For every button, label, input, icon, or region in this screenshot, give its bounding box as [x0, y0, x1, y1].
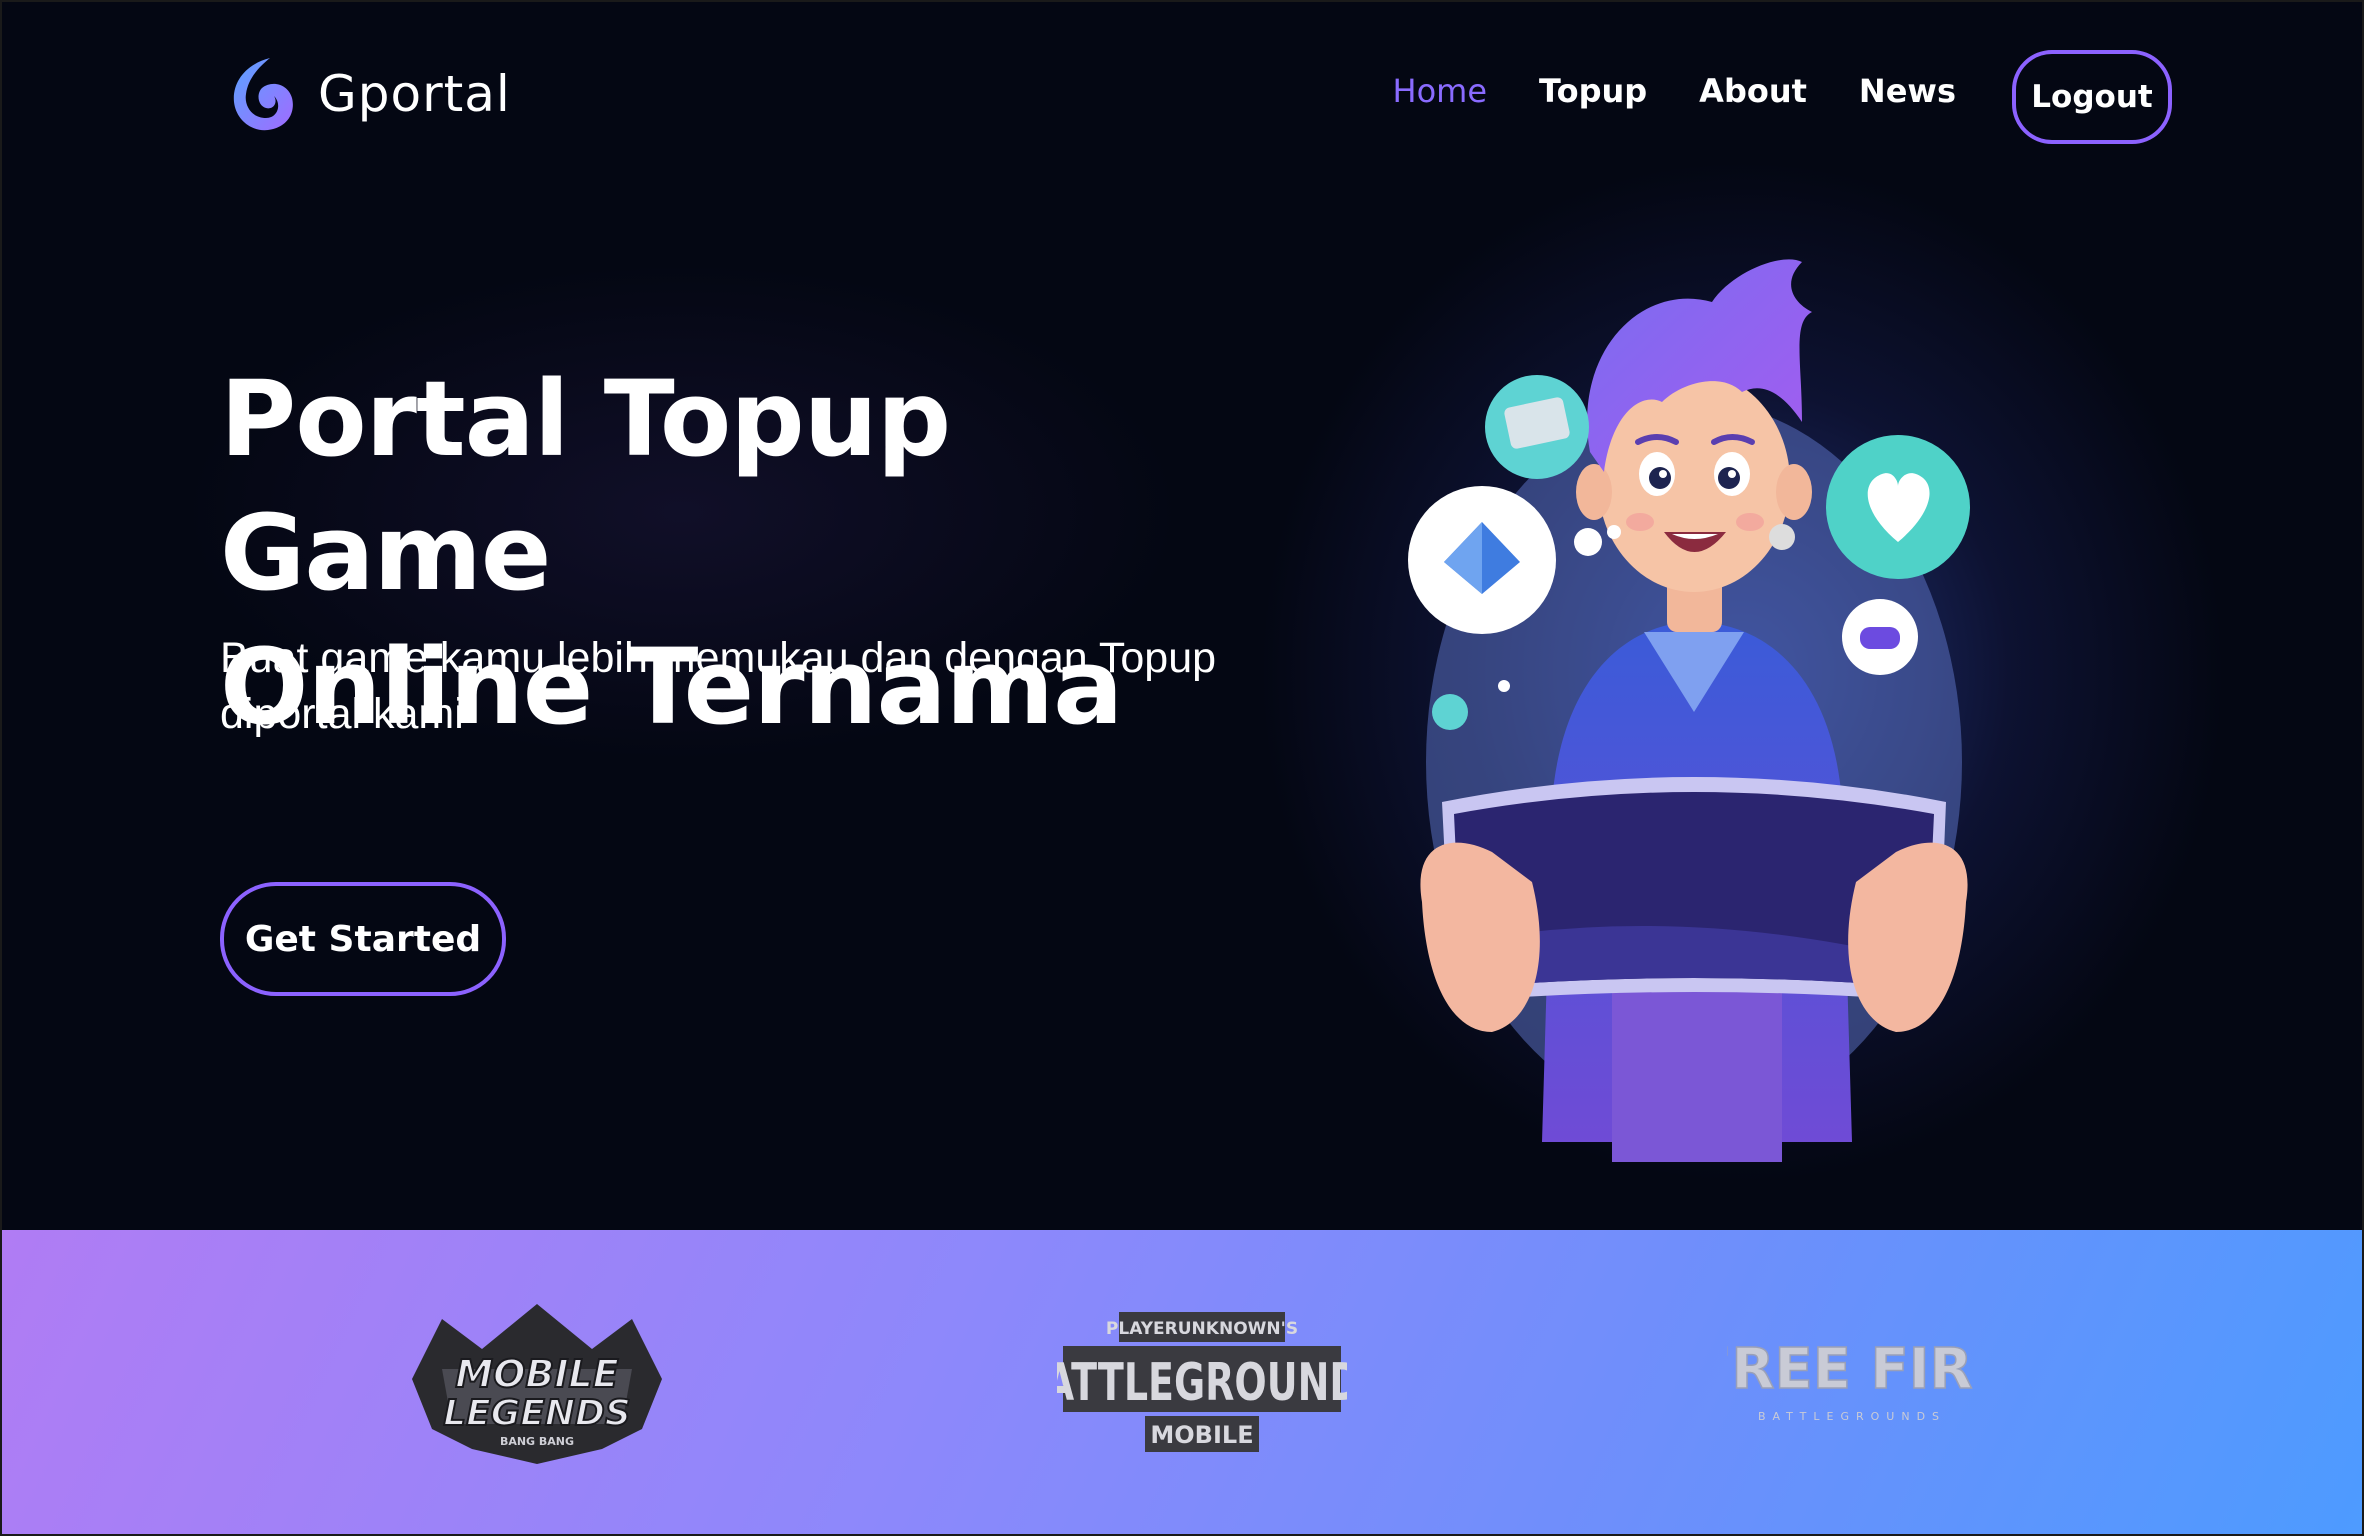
ff-line-1: FREE FIRE: [1727, 1337, 1977, 1402]
free-fire-emblem: FREE FIRE BATTLEGROUNDS: [1727, 1336, 1977, 1423]
nav-home[interactable]: Home: [1393, 72, 1488, 110]
hero-subtitle-line-2: diportal kami: [220, 690, 464, 738]
ml-line-1: MOBILE: [455, 1352, 618, 1396]
nav-topup[interactable]: Topup: [1539, 72, 1647, 110]
pubg-line-2: BATTLEGROUNDS: [1057, 1352, 1347, 1412]
pubg-line-1: PLAYERUNKNOWN'S: [1106, 1319, 1298, 1339]
hero-subtitle: Buat game kamu lebih memukau dan dengan …: [220, 630, 1220, 742]
ml-line-3: BANG BANG: [500, 1435, 574, 1448]
pubg-emblem: PLAYERUNKNOWN'S BATTLEGROUNDS MOBILE: [1057, 1312, 1347, 1452]
ml-line-2: LEGENDS: [443, 1393, 631, 1434]
get-started-button[interactable]: Get Started: [220, 882, 506, 996]
brand-name: Gportal: [318, 65, 511, 123]
hero-section: Gportal Home Topup About News Logout Por…: [2, 2, 2362, 1230]
hero-subtitle-line-1: Buat game kamu lebih memukau dan dengan …: [220, 634, 1217, 682]
mobile-legends-emblem: MOBILE LEGENDS BANG BANG: [412, 1304, 662, 1464]
page: Gportal Home Topup About News Logout Por…: [0, 0, 2364, 1536]
games-band: MOBILE LEGENDS BANG BANG PLAYERUNKNOWN'S…: [2, 1230, 2362, 1534]
main-nav: Home Topup About News: [1393, 72, 1956, 110]
pubg-mobile-logo[interactable]: PLAYERUNKNOWN'S BATTLEGROUNDS MOBILE: [1052, 1230, 1352, 1534]
mobile-legends-logo[interactable]: MOBILE LEGENDS BANG BANG: [392, 1230, 682, 1534]
pubg-line-3: MOBILE: [1150, 1421, 1253, 1449]
nav-about[interactable]: About: [1699, 72, 1807, 110]
hero-title-line-1: Portal Topup Game: [220, 358, 951, 614]
nav-news[interactable]: News: [1859, 72, 1956, 110]
free-fire-logo[interactable]: FREE FIRE BATTLEGROUNDS: [1722, 1230, 1982, 1534]
logout-button[interactable]: Logout: [2012, 50, 2172, 144]
gamer-illustration: [1408, 259, 1970, 1162]
ff-line-2: BATTLEGROUNDS: [1758, 1410, 1946, 1423]
brand-logo[interactable]: Gportal: [230, 54, 511, 134]
gportal-logo-icon: [233, 58, 293, 131]
